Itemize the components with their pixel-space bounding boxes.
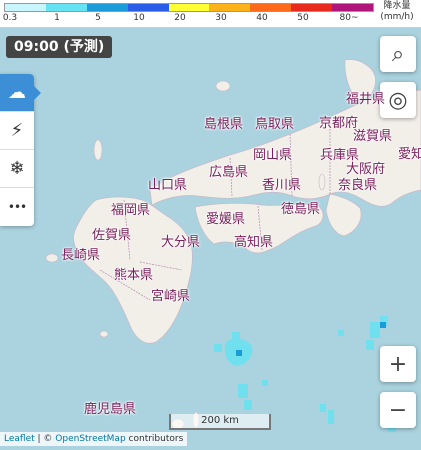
oki-island [215, 80, 231, 92]
legend-tick: 5 [95, 13, 101, 23]
scale-bar: 200 km [169, 414, 271, 430]
pref-label-shiga: 滋賀県 [353, 129, 393, 144]
legend-swatch [168, 4, 210, 11]
precipitation-heavy [236, 322, 386, 356]
attribution-suffix: contributors [125, 434, 184, 444]
map-attribution: Leaflet | © OpenStreetMap contributors [0, 432, 188, 446]
pref-label-hiroshima: 広島県 [209, 165, 249, 180]
locate-icon: ◎ [388, 87, 408, 113]
pref-label-kagawa: 香川県 [262, 178, 302, 193]
legend-tick: 1 [54, 13, 60, 23]
zoom-in-button[interactable]: + [380, 346, 416, 382]
pref-label-ehime: 愛媛県 [206, 212, 246, 227]
lightning-icon: ⚡ [10, 120, 24, 141]
goto-island [45, 253, 59, 263]
search-icon: ⌕ [391, 41, 405, 67]
attribution-separator: | © [34, 434, 56, 444]
rain-layer-button[interactable]: ☁ [0, 74, 41, 112]
pref-label-kochi: 高知県 [234, 235, 274, 250]
legend-tick: 30 [215, 13, 227, 23]
pref-label-nara: 奈良県 [338, 178, 378, 193]
legend-unit-title: 降水量 [383, 1, 411, 11]
legend-tick: 80~ [339, 13, 359, 23]
pref-label-aichi: 愛知 [398, 147, 421, 162]
snowflake-icon: ❄ [9, 158, 25, 179]
pref-label-okayama: 岡山県 [253, 148, 293, 163]
zoom-out-button[interactable]: − [380, 392, 416, 428]
legend-swatch [291, 4, 333, 11]
pref-label-fukui: 福井県 [346, 92, 386, 107]
legend-swatch [332, 4, 374, 11]
tsushima-island [93, 139, 103, 161]
legend-unit: 降水量 (mm/h) [376, 1, 418, 23]
more-icon: ••• [7, 200, 27, 214]
legend-tick: 0.3 [2, 13, 18, 23]
precipitation-legend: 0.3 1 5 10 20 30 40 50 80~ 降水量 (mm/h) [0, 0, 421, 28]
pref-label-saga: 佐賀県 [92, 228, 132, 243]
pref-label-fukuoka: 福岡県 [111, 203, 151, 218]
locate-button[interactable]: ◎ [380, 82, 416, 118]
plus-icon: + [388, 351, 408, 377]
pref-label-tottori: 鳥取県 [255, 117, 295, 132]
pref-label-kumamoto: 熊本県 [114, 268, 154, 283]
rain-cloud-icon: ☁ [8, 82, 26, 103]
legend-tick: 10 [133, 13, 145, 23]
snow-layer-button[interactable]: ❄ [0, 150, 34, 188]
pref-label-tokushima: 徳島県 [281, 202, 321, 217]
search-button[interactable]: ⌕ [380, 36, 416, 72]
legend-color-bar [4, 3, 374, 12]
legend-swatch [86, 4, 128, 11]
legend-tick: 20 [174, 13, 186, 23]
layer-sidebar: ☁ ⚡ ❄ ••• [0, 74, 41, 226]
pref-label-shimane: 島根県 [204, 117, 244, 132]
pref-label-miyazaki: 宮崎県 [151, 289, 191, 304]
pref-label-yamaguchi: 山口県 [148, 178, 188, 193]
pref-label-kagoshima: 鹿児島県 [84, 402, 137, 417]
legend-ticks: 0.3 1 5 10 20 30 40 50 80~ [2, 13, 374, 25]
osm-link[interactable]: OpenStreetMap [55, 434, 125, 444]
leaflet-link[interactable]: Leaflet [4, 434, 35, 444]
forecast-time-label: 09:00 (予測) [6, 36, 113, 58]
awaji-island [318, 173, 326, 191]
legend-swatch [45, 4, 87, 11]
legend-swatch [5, 4, 46, 11]
more-button[interactable]: ••• [0, 188, 34, 226]
kii-peninsula [325, 193, 362, 237]
legend-swatch [250, 4, 292, 11]
minus-icon: − [388, 397, 408, 423]
legend-swatch [127, 4, 169, 11]
legend-swatch [209, 4, 251, 11]
koshiki-island [99, 330, 109, 338]
pref-label-oita: 大分県 [161, 235, 201, 250]
pref-label-nagasaki: 長崎県 [61, 248, 101, 263]
legend-tick: 40 [256, 13, 268, 23]
lightning-layer-button[interactable]: ⚡ [0, 112, 34, 150]
legend-unit-measure: (mm/h) [380, 12, 414, 22]
legend-tick: 50 [297, 13, 309, 23]
